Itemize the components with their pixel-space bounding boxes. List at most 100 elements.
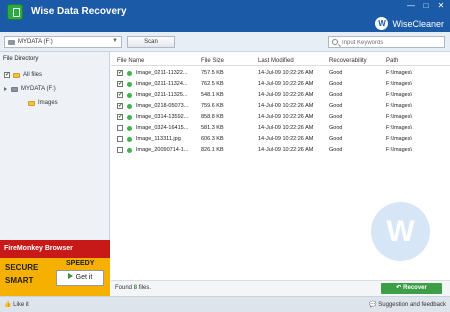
table-row[interactable]: Image_0211-11324... 762.5 KB 14-Jul-09 1… [111, 79, 450, 90]
suggestion-label: Suggestion and feedback [378, 302, 446, 308]
firemonkey-promo[interactable]: FireMonkey Browser SECURE SMART SPEEDY G… [0, 240, 110, 296]
wise-w-watermark-icon: W [371, 202, 430, 261]
status-bar: 👍 Like it 💬 Suggestion and feedback [0, 296, 450, 312]
row-checkbox[interactable] [117, 113, 123, 120]
path: F:\Images\ [386, 103, 412, 109]
triangle-icon[interactable] [4, 87, 7, 91]
column-last-modified[interactable]: Last Modified [258, 56, 294, 66]
last-modified: 14-Jul-09 10:22:26 AM [258, 114, 314, 120]
file-size: 581.3 KB [201, 125, 224, 131]
like-it-link[interactable]: 👍 Like it [4, 301, 29, 308]
row-checkbox[interactable] [117, 102, 123, 109]
sidebar-item-mydata[interactable]: MYDATA (F:) [4, 84, 56, 94]
table-row[interactable]: Image_0324-16415... 581.3 KB 14-Jul-09 1… [111, 123, 450, 134]
found-text: Found 8 files. [115, 285, 151, 291]
results-footer: Found 8 files. ↶ Recover [111, 280, 450, 296]
last-modified: 14-Jul-09 10:22:26 AM [258, 92, 314, 98]
row-checkbox[interactable] [117, 69, 123, 76]
sidebar-header: File Directory [3, 56, 39, 62]
drive-select-value: MYDATA (F:) [18, 39, 53, 45]
sidebar-item-images[interactable]: Images [28, 98, 58, 108]
scan-button[interactable]: Scan [127, 36, 175, 48]
brand-text: WiseCleaner [392, 18, 444, 29]
table-row[interactable]: Image_0211-11325... 548.1 KB 14-Jul-09 1… [111, 90, 450, 101]
column-file-size[interactable]: File Size [201, 56, 224, 66]
status-good-icon [127, 71, 132, 76]
file-name: Image_0211-11325... [136, 92, 188, 98]
column-path[interactable]: Path [386, 56, 398, 66]
drive-select[interactable]: MYDATA (F:) ▼ [4, 36, 122, 48]
toolbar: MYDATA (F:) ▼ Scan [0, 32, 450, 52]
last-modified: 14-Jul-09 10:22:26 AM [258, 147, 314, 153]
file-name: Image_0218-05073... [136, 103, 189, 109]
last-modified: 14-Jul-09 10:22:26 AM [258, 103, 314, 109]
search-box[interactable] [328, 36, 445, 48]
window-controls: — □ ✕ [406, 2, 446, 11]
sidebar-item-all-files[interactable]: All files [4, 70, 42, 80]
table-row[interactable]: Image_113311.jpg 606.3 KB 14-Jul-09 10:2… [111, 134, 450, 145]
path: F:\Images\ [386, 114, 412, 120]
search-input[interactable] [342, 39, 442, 46]
row-checkbox[interactable] [117, 80, 123, 87]
get-it-button[interactable]: Get it [56, 270, 104, 286]
last-modified: 14-Jul-09 10:22:26 AM [258, 136, 314, 142]
column-file-name[interactable]: File Name [117, 56, 144, 66]
path: F:\Images\ [386, 81, 412, 87]
search-icon [332, 39, 338, 45]
checkbox[interactable] [4, 71, 10, 78]
recoverability: Good [329, 147, 343, 153]
file-size: 548.1 KB [201, 92, 224, 98]
table-row[interactable]: Image_0211-11322... 757.5 KB 14-Jul-09 1… [111, 68, 450, 79]
chevron-down-icon: ▼ [112, 38, 118, 44]
title-bar: Wise Data Recovery — □ ✕ W WiseCleaner [0, 0, 450, 32]
recover-button[interactable]: ↶ Recover [381, 283, 442, 294]
drive-icon [8, 40, 15, 45]
file-name: Image_0324-16415... [136, 125, 189, 131]
recover-label: Recover [403, 285, 427, 291]
row-checkbox[interactable] [117, 125, 123, 131]
file-name: Image_0211-11324... [136, 81, 188, 87]
path: F:\Images\ [386, 70, 412, 76]
suggestion-link[interactable]: 💬 Suggestion and feedback [369, 301, 446, 308]
recoverability: Good [329, 114, 343, 120]
promo-title: FireMonkey Browser [0, 240, 110, 258]
table-header: File Name File Size Last Modified Recove… [111, 56, 450, 66]
wisecleaner-w-icon: W [375, 17, 389, 30]
last-modified: 14-Jul-09 10:22:26 AM [258, 81, 314, 87]
thumbs-up-icon: 👍 [4, 302, 12, 308]
path: F:\Images\ [386, 147, 412, 153]
row-checkbox[interactable] [117, 147, 123, 153]
promo-secure-text: SECURE [5, 263, 39, 272]
table-row[interactable]: Image_0218-05073... 759.6 KB 14-Jul-09 1… [111, 101, 450, 112]
folder-icon [13, 72, 20, 78]
column-recoverability[interactable]: Recoverability [329, 56, 367, 66]
recoverability: Good [329, 136, 343, 142]
status-good-icon [127, 82, 132, 87]
sidebar-item-label: Images [38, 100, 58, 106]
maximize-button[interactable]: □ [421, 2, 431, 11]
sidebar-item-label: MYDATA (F:) [21, 86, 56, 92]
path: F:\Images\ [386, 136, 412, 142]
drive-icon [11, 86, 18, 92]
file-name: Image_0211-11322... [136, 70, 188, 76]
path: F:\Images\ [386, 125, 412, 131]
recoverability: Good [329, 125, 343, 131]
file-size: 606.3 KB [201, 136, 224, 142]
file-name: Image_113311.jpg [136, 136, 181, 142]
path: F:\Images\ [386, 92, 412, 98]
like-it-label: Like it [13, 302, 29, 308]
row-checkbox[interactable] [117, 136, 123, 142]
found-prefix: Found [115, 285, 133, 291]
file-size: 826.1 KB [201, 147, 224, 153]
close-button[interactable]: ✕ [436, 2, 446, 11]
get-it-label: Get it [75, 274, 93, 281]
row-checkbox[interactable] [117, 91, 123, 98]
status-good-icon [127, 126, 132, 131]
minimize-button[interactable]: — [406, 2, 416, 11]
table-row[interactable]: Image_20090714-1... 826.1 KB 14-Jul-09 1… [111, 145, 450, 156]
file-size: 757.5 KB [201, 70, 224, 76]
table-row[interactable]: Image_0314-13592... 858.8 KB 14-Jul-09 1… [111, 112, 450, 123]
recoverability: Good [329, 92, 343, 98]
file-list: File Name File Size Last Modified Recove… [111, 52, 450, 296]
last-modified: 14-Jul-09 10:22:26 AM [258, 70, 314, 76]
